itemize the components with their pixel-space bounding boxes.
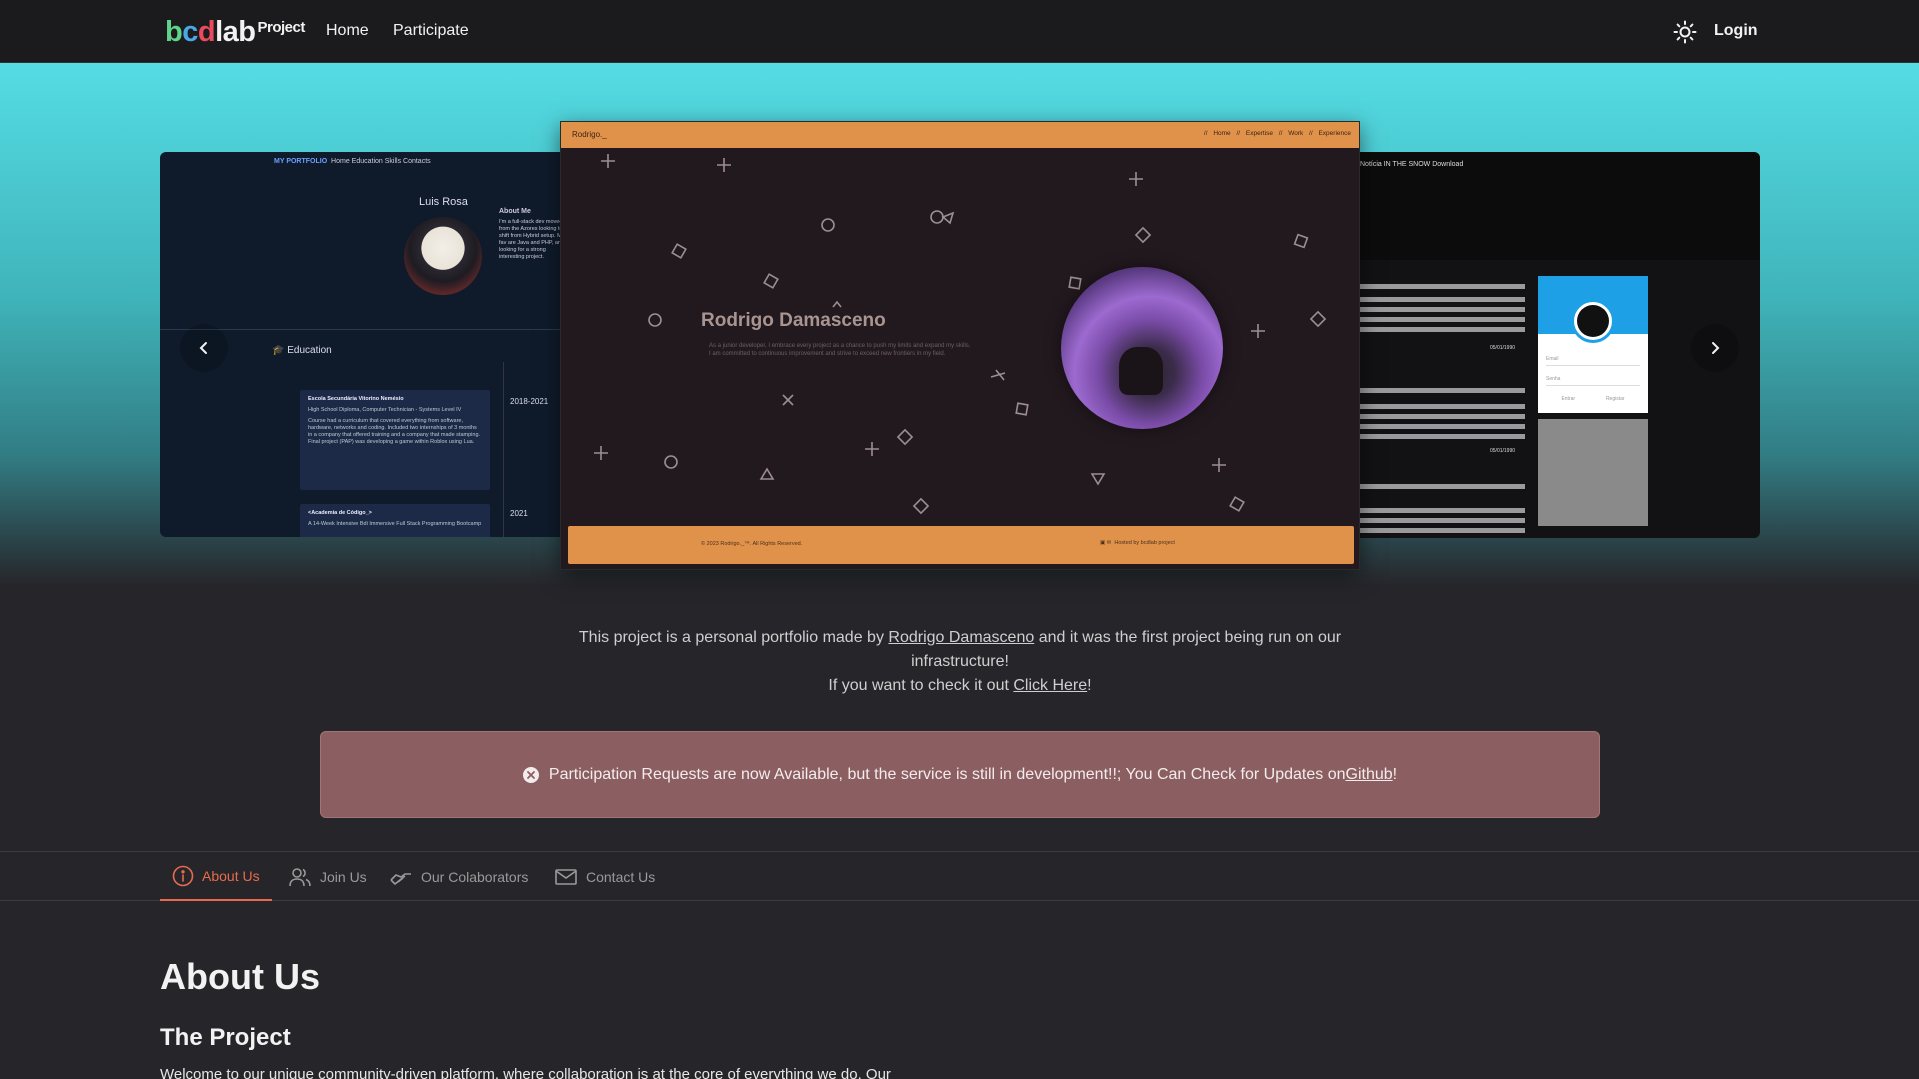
education-card: <Academia de Código_> A 14-Week Intensiv… xyxy=(300,504,490,537)
about-subheading: The Project xyxy=(160,1024,291,1051)
timeline-date: 2021 xyxy=(510,509,528,518)
handshake-icon xyxy=(390,872,411,885)
carousel-next-button[interactable] xyxy=(1691,324,1739,372)
carousel-prev-button[interactable] xyxy=(180,324,228,372)
post-date: 05/01/1990 xyxy=(1490,448,1516,454)
text-line xyxy=(1360,284,1525,289)
portfolio-title: Rodrigo Damasceno xyxy=(701,310,886,331)
text-line xyxy=(1360,484,1525,489)
about-paragraph: Welcome to our unique community-driven p… xyxy=(160,1066,891,1079)
sun-icon[interactable] xyxy=(1673,20,1697,44)
logo-suffix: Project xyxy=(257,19,305,36)
slide-right-nav: Notícia IN THE SNOW Download xyxy=(1360,161,1464,168)
timeline-date: 2018-2021 xyxy=(510,397,549,406)
portfolio-header: Rodrigo._ // Home // Expertise // Work /… xyxy=(561,122,1359,148)
navbar: b c d lab Project Home Participate Login xyxy=(0,0,1919,63)
post-date: 05/01/1990 xyxy=(1490,345,1516,351)
login-card: Email Senha Entrar Registar xyxy=(1538,276,1648,413)
slide-left-name: Luis Rosa xyxy=(419,196,468,208)
x-circle-icon xyxy=(522,766,539,783)
about-heading: About Us xyxy=(160,956,320,997)
chevron-right-icon xyxy=(1712,342,1720,354)
text-line xyxy=(1360,414,1525,419)
slide-left-avatar xyxy=(404,217,482,295)
tab-contact-us[interactable]: Contact Us xyxy=(554,852,655,901)
author-link[interactable]: Rodrigo Damasceno xyxy=(888,629,1034,646)
logo[interactable]: b c d lab Project xyxy=(165,16,305,49)
slide-left-about: About Me I'm a full-stack dev moved from… xyxy=(499,208,560,260)
nav-participate-link[interactable]: Participate xyxy=(393,22,469,40)
timeline-line xyxy=(503,362,504,537)
text-line xyxy=(1360,327,1525,332)
tab-our-colaborators[interactable]: Our Colaborators xyxy=(389,852,528,901)
section-tabs: About Us Join Us Our Colaborators Contac… xyxy=(0,851,1919,901)
project-intro: This project is a personal portfolio mad… xyxy=(578,629,1342,694)
slide-right-header xyxy=(1360,152,1760,260)
nav-home-link[interactable]: Home xyxy=(326,22,369,40)
portfolio-description: As a junior developer, I embrace every p… xyxy=(709,343,971,357)
text-line xyxy=(1360,528,1525,533)
development-alert: Participation Requests are now Available… xyxy=(320,731,1600,818)
text-line xyxy=(1360,388,1525,393)
text-line xyxy=(1360,297,1525,302)
text-line xyxy=(1360,508,1525,513)
user-icon xyxy=(1571,299,1615,343)
chevron-left-icon xyxy=(199,342,207,354)
text-line xyxy=(1360,404,1525,409)
text-line xyxy=(1360,317,1525,322)
github-link[interactable]: Github xyxy=(1346,766,1393,784)
text-line xyxy=(1360,424,1525,429)
slide-left-section-title: 🎓 Education xyxy=(272,345,332,356)
carousel-slide-active[interactable]: Rodrigo._ // Home // Expertise // Work /… xyxy=(560,121,1360,570)
text-line xyxy=(1360,518,1525,523)
login-link[interactable]: Login xyxy=(1714,22,1758,40)
image-placeholder xyxy=(1538,419,1648,526)
profile-photo xyxy=(1061,267,1223,429)
envelope-icon xyxy=(555,868,577,885)
info-icon xyxy=(172,865,194,886)
education-card: Escola Secundária Vitorino Nemésio High … xyxy=(300,390,490,490)
text-line xyxy=(1360,307,1525,312)
portfolio-footer: © 2023 Rodrigo._™. All Rights Reserved. … xyxy=(568,526,1354,564)
slide-left-nav: MY PORTFOLIO Home Education Skills Conta… xyxy=(274,158,431,165)
users-icon xyxy=(289,867,311,886)
tab-join-us[interactable]: Join Us xyxy=(288,852,367,901)
text-line xyxy=(1360,434,1525,439)
click-here-link[interactable]: Click Here xyxy=(1013,677,1087,694)
tab-about-us[interactable]: About Us xyxy=(160,852,272,901)
